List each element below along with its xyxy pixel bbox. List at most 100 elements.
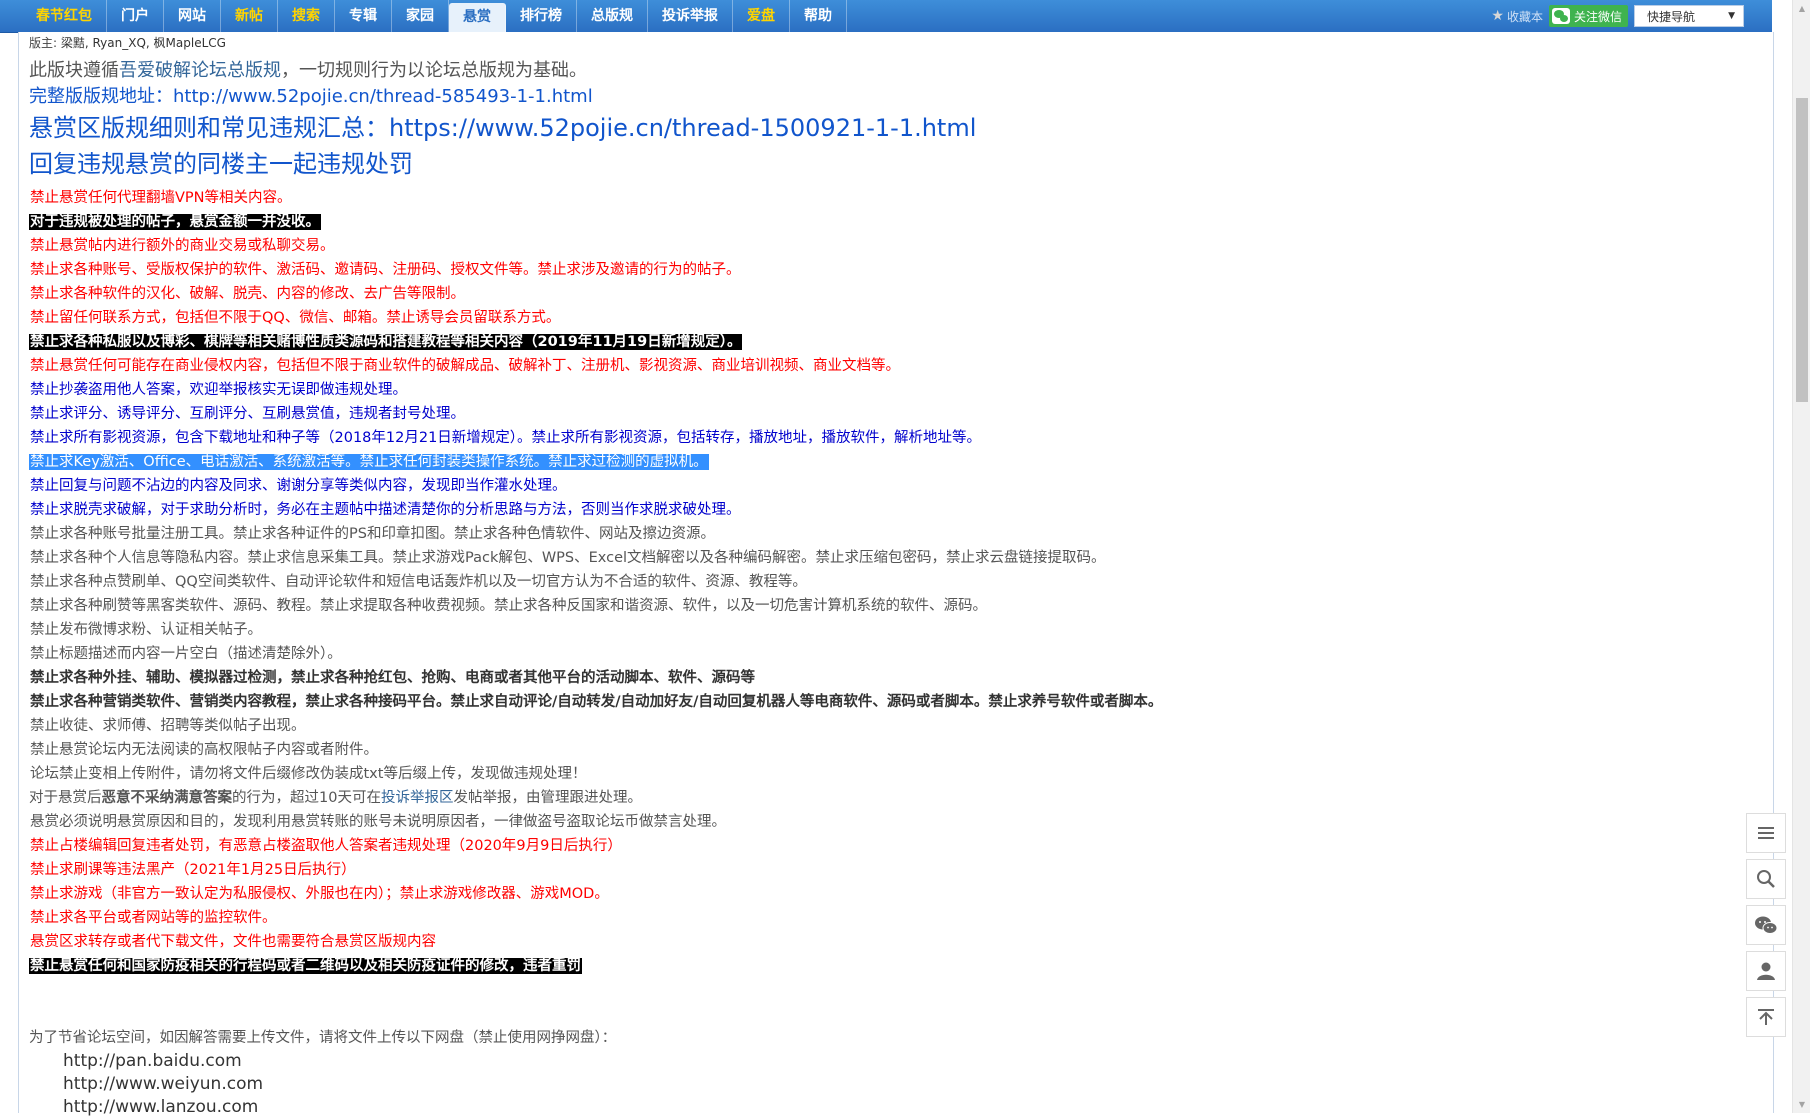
- disk-link[interactable]: http://www.lanzou.com: [29, 1096, 1749, 1119]
- rule-line: 禁止求游戏（非官方一致认定为私服侵权、外服也在内）；禁止求游戏修改器、游戏MOD…: [29, 882, 1749, 906]
- vertical-scrollbar[interactable]: ▲ ▼: [1792, 0, 1810, 1113]
- rule-text: 禁止求各种软件的汉化、破解、脱壳、内容的修改、去广告等限制。: [30, 286, 465, 302]
- special-rule-post: 发帖举报，由管理跟进处理。: [453, 790, 642, 806]
- nav-item-1[interactable]: 门户: [107, 0, 164, 32]
- wechat-icon: [1755, 916, 1778, 934]
- nav-item-3[interactable]: 新帖: [221, 0, 278, 32]
- rule-text: 禁止求各种账号批量注册工具。禁止求各种证件的PS和印章扣图。禁止求各种色情软件、…: [30, 526, 715, 542]
- nav-item-6[interactable]: 家园: [392, 0, 449, 32]
- rule-text: 禁止悬赏任何代理翻墙VPN等相关内容。: [30, 190, 292, 206]
- rule-line: 悬赏区求转存或者代下载文件，文件也需要符合悬赏区版规内容: [29, 930, 1749, 954]
- main-nav: 春节红包 门户 网站 新帖 搜索 专辑 家园 悬赏 排行榜 总版规 投诉举报 爱盘 帮助: [22, 0, 847, 32]
- page-container: 版主: 梁黠, Ryan_XQ, 枫MapleLCG 此版块遵循吾爱破解论坛总版…: [18, 32, 1774, 1117]
- user-icon: [1757, 962, 1775, 980]
- side-wechat-button[interactable]: [1746, 905, 1786, 945]
- quick-nav-dropdown[interactable]: 快捷导航 ▼: [1634, 5, 1744, 27]
- nav-item-8[interactable]: 排行榜: [506, 0, 577, 32]
- rule-text: 禁止悬赏任何和国家防疫相关的行程码或者二维码以及相关防疫证件的修改，违者重罚: [29, 958, 582, 974]
- rule-line: 禁止悬赏论坛内无法阅读的高权限帖子内容或者附件。: [29, 738, 1749, 762]
- rule-line: 禁止求各种私服以及博彩、棋牌等相关赌博性质类源码和搭建教程等相关内容（2019年…: [29, 330, 1749, 354]
- nav-item-7[interactable]: 悬赏: [449, 3, 506, 32]
- rule-text: 禁止求各种营销类软件、营销类内容教程，禁止求各种接码平台。禁止求自动评论/自动转…: [30, 694, 1163, 710]
- full-rules-link[interactable]: http://www.52pojie.cn/thread-585493-1-1.…: [173, 86, 593, 107]
- side-search-button[interactable]: [1746, 859, 1786, 899]
- scroll-up-arrow-icon[interactable]: ▲: [1793, 0, 1810, 17]
- follow-wechat-label: 关注微信: [1573, 9, 1622, 24]
- search-icon: [1757, 870, 1775, 888]
- rule-line: 论坛禁止变相上传附件，请勿将文件后缀修改伪装成txt等后缀上传，发现做违规处理！: [29, 762, 1749, 786]
- rule-text: 对于违规被处理的帖子，悬赏金额一并没收。: [29, 214, 321, 230]
- top-navigation-bar: 春节红包 门户 网站 新帖 搜索 专辑 家园 悬赏 排行榜 总版规 投诉举报 爱盘 帮助 ★ 收藏本 关…: [0, 0, 1772, 33]
- nav-item-5[interactable]: 专辑: [335, 0, 392, 32]
- rule-line: 禁止求所有影视资源，包含下载地址和种子等（2018年12月21日新增规定）。禁止…: [29, 426, 1749, 450]
- side-menu-button[interactable]: [1746, 813, 1786, 853]
- rule-text: 禁止回复与问题不沾边的内容及同求、谢谢分享等类似内容，发现即当作灌水处理。: [30, 478, 567, 494]
- rule-text: 悬赏区求转存或者代下载文件，文件也需要符合悬赏区版规内容: [30, 934, 436, 950]
- rule-line: 禁止求评分、诱导评分、互刷评分、互刷悬赏值，违规者封号处理。: [29, 402, 1749, 426]
- moderators-prefix: 版主:: [29, 36, 58, 50]
- rule-line: 禁止悬赏帖内进行额外的商业交易或私聊交易。: [29, 234, 1749, 258]
- rule-line: 禁止求各种刷赞等黑客类软件、源码、教程。禁止求提取各种收费视频。禁止求各种反国家…: [29, 594, 1749, 618]
- moderators-names[interactable]: 梁黠, Ryan_XQ, 枫MapleLCG: [61, 36, 226, 50]
- star-icon: ★: [1491, 8, 1504, 24]
- rule-line: 禁止求各种个人信息等隐私内容。禁止求信息采集工具。禁止求游戏Pack解包、WPS…: [29, 546, 1749, 570]
- rules-list: 禁止悬赏任何代理翻墙VPN等相关内容。对于违规被处理的帖子，悬赏金额一并没收。禁…: [29, 186, 1749, 786]
- rules-summary-link[interactable]: 悬赏区版规细则和常见违规汇总：https://www.52pojie.cn/th…: [29, 110, 1749, 146]
- special-rule-pre: 对于悬赏后: [29, 790, 102, 806]
- caret-down-icon: ▼: [1728, 11, 1735, 21]
- disk-link[interactable]: http://pan.baidu.com: [29, 1050, 1749, 1073]
- complaint-area-link[interactable]: 投诉举报区: [381, 790, 454, 806]
- special-rule-bold: 恶意不采纳满意答案: [101, 790, 233, 806]
- rule-line: 对于违规被处理的帖子，悬赏金额一并没收。: [29, 210, 1749, 234]
- rule-line: 禁止悬赏任何可能存在商业侵权内容，包括但不限于商业软件的破解成品、破解补丁、注册…: [29, 354, 1749, 378]
- rule-line: 禁止求各种账号批量注册工具。禁止求各种证件的PS和印章扣图。禁止求各种色情软件、…: [29, 522, 1749, 546]
- nav-item-9[interactable]: 总版规: [577, 0, 648, 32]
- forum-rules-content: 版主: 梁黠, Ryan_XQ, 枫MapleLCG 此版块遵循吾爱破解论坛总版…: [29, 34, 1749, 1119]
- rule-text: 禁止求各种点赞刷单、QQ空间类软件、自动评论软件和短信电话轰炸机以及一切官方认为…: [30, 574, 807, 590]
- full-rules-label: 完整版版规地址：: [29, 86, 173, 107]
- nav-item-11[interactable]: 爱盘: [733, 0, 790, 32]
- rule-line: 禁止悬赏任何和国家防疫相关的行程码或者二维码以及相关防疫证件的修改，违者重罚: [29, 954, 1749, 978]
- nav-item-10[interactable]: 投诉举报: [648, 0, 733, 32]
- follow-wechat-button[interactable]: 关注微信: [1548, 5, 1628, 27]
- favorite-link[interactable]: ★ 收藏本: [1491, 8, 1543, 25]
- intro-1-prefix: 此版块遵循: [29, 60, 119, 81]
- rule-text: 禁止留任何联系方式，包括但不限于QQ、微信、邮箱。禁止诱导会员留联系方式。: [30, 310, 561, 326]
- disk-list: http://pan.baidu.com http://www.weiyun.co…: [29, 1050, 1749, 1119]
- intro-1-suffix: ，一切规则行为以论坛总版规为基础。: [281, 60, 587, 81]
- back-to-top-button[interactable]: [1746, 997, 1786, 1037]
- rule-text: 禁止求Key激活、Office、电话激活、系统激活等。禁止求任何封装类操作系统。…: [29, 454, 709, 470]
- rule-text: 禁止标题描述而内容一片空白（描述清楚除外）。: [30, 646, 342, 662]
- scroll-down-arrow-icon[interactable]: ▼: [1793, 1096, 1810, 1113]
- rule-line: 禁止收徒、求师傅、招聘等类似帖子出现。: [29, 714, 1749, 738]
- rule-text: 禁止求各平台或者网站等的监控软件。: [30, 910, 277, 926]
- rule-line: 禁止求各种软件的汉化、破解、脱壳、内容的修改、去广告等限制。: [29, 282, 1749, 306]
- rule-line: 禁止抄袭盗用他人答案，欢迎举报核实无误即做违规处理。: [29, 378, 1749, 402]
- menu-icon: [1758, 827, 1774, 839]
- top-right-tools: ★ 收藏本 关注微信 快捷导航 ▼: [1491, 4, 1744, 28]
- side-user-button[interactable]: [1746, 951, 1786, 991]
- rule-line: 禁止求刷课等违法黑产（2021年1月25日后执行）: [29, 858, 1749, 882]
- nav-item-0[interactable]: 春节红包: [22, 0, 107, 32]
- rule-line: 禁止求Key激活、Office、电话激活、系统激活等。禁止求任何封装类操作系统。…: [29, 450, 1749, 474]
- scroll-thumb[interactable]: [1796, 98, 1808, 402]
- general-rules-link[interactable]: 吾爱破解论坛总版规: [119, 60, 281, 81]
- rule-line: 禁止求脱壳求破解，对于求助分析时，务必在主题帖中描述清楚你的分析思路与方法，否则…: [29, 498, 1749, 522]
- back-to-top-icon: [1758, 1009, 1774, 1025]
- rule-line: 禁止留任何联系方式，包括但不限于QQ、微信、邮箱。禁止诱导会员留联系方式。: [29, 306, 1749, 330]
- rule-line: 禁止求各种点赞刷单、QQ空间类软件、自动评论软件和短信电话轰炸机以及一切官方认为…: [29, 570, 1749, 594]
- rule-text: 禁止求各种账号、受版权保护的软件、激活码、邀请码、注册码、授权文件等。禁止求涉及…: [30, 262, 741, 278]
- rule-text: 禁止求各种刷赞等黑客类软件、源码、教程。禁止求提取各种收费视频。禁止求各种反国家…: [30, 598, 987, 614]
- rule-text: 论坛禁止变相上传附件，请勿将文件后缀修改伪装成txt等后缀上传，发现做违规处理！: [30, 766, 587, 782]
- special-rule-line: 对于悬赏后恶意不采纳满意答案的行为，超过10天可在投诉举报区发帖举报，由管理跟进…: [29, 786, 1749, 810]
- special-rule-mid: 的行为，超过10天可在: [232, 790, 381, 806]
- nav-item-2[interactable]: 网站: [164, 0, 221, 32]
- disk-link[interactable]: http://www.weiyun.com: [29, 1073, 1749, 1096]
- wechat-icon: [1551, 8, 1570, 24]
- nav-item-12[interactable]: 帮助: [790, 0, 847, 32]
- rule-line: 禁止求各种账号、受版权保护的软件、激活码、邀请码、注册码、授权文件等。禁止求涉及…: [29, 258, 1749, 282]
- rule-line: 悬赏必须说明悬赏原因和目的，发现利用悬赏转账的账号未说明原因者，一律做盗号盗取论…: [29, 810, 1749, 834]
- rule-text: 禁止求各种个人信息等隐私内容。禁止求信息采集工具。禁止求游戏Pack解包、WPS…: [30, 550, 1106, 566]
- nav-item-4[interactable]: 搜索: [278, 0, 335, 32]
